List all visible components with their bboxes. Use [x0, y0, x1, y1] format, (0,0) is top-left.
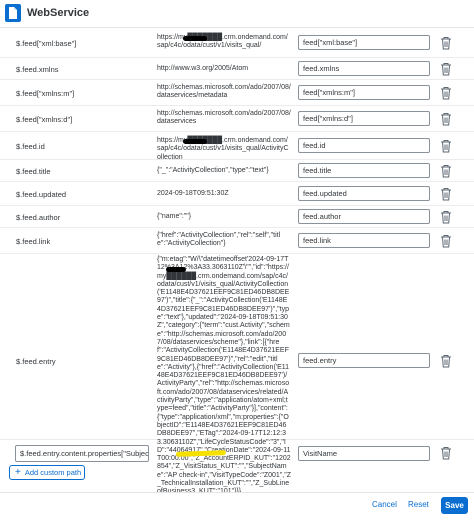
trash-icon[interactable] [440, 187, 452, 201]
trash-icon[interactable] [440, 354, 452, 368]
save-button[interactable]: Save [441, 497, 468, 514]
row-value: {"name":""} [157, 213, 192, 220]
row-value: http://schemas.microsoft.com/ado/2007/08… [157, 84, 291, 100]
mapping-list: $.feed["xml:base"] https://my███████.crm… [0, 28, 474, 495]
dialog-footer: Cancel Reset Save [0, 492, 474, 520]
dialog-header: WebService [0, 0, 474, 28]
row-path: $.feed.author [16, 213, 61, 222]
mapping-row-author: $.feed.author {"name":""} feed.author [0, 206, 474, 228]
row-path: $.feed.title [16, 167, 51, 176]
row-target-field[interactable]: feed.updated [298, 186, 430, 201]
row-value: http://schemas.microsoft.com/ado/2007/08… [157, 110, 291, 126]
dialog-title: WebService [27, 7, 90, 19]
trash-icon[interactable] [440, 139, 452, 153]
custom-path-input[interactable]: $.feed.entry.content.properties["Subject… [15, 445, 149, 462]
highlight-mark [175, 450, 227, 457]
row-path: $.feed["xml:base"] [16, 39, 77, 48]
row-value: https://my███████.crm.ondemand.com/sap/c… [157, 34, 288, 50]
row-path: $.feed.id [16, 142, 45, 151]
trash-icon[interactable] [440, 62, 452, 76]
mapping-row-updated: $.feed.updated 2024-09-18T09:51:30Z feed… [0, 182, 474, 206]
row-target-field[interactable]: feed.id [298, 138, 430, 153]
trash-icon[interactable] [440, 36, 452, 50]
mapping-row-entry: $.feed.entry {"m:etag":"W/\"datetimeoffs… [0, 254, 474, 495]
reset-button[interactable]: Reset [408, 500, 429, 509]
trash-icon[interactable] [440, 86, 452, 100]
row-value: 2024-09-18T09:51:30Z [157, 190, 229, 197]
row-value: {"_":"ActivityCollection","type":"text"} [157, 167, 269, 174]
redaction-mark [183, 139, 207, 144]
row-target-field[interactable]: feed["xml:base"] [298, 35, 430, 50]
row-target-field[interactable]: feed.entry [298, 353, 430, 368]
redaction-mark [166, 267, 186, 272]
mapping-row-xmlns: $.feed.xmlns http://www.w3.org/2005/Atom… [0, 58, 474, 80]
row-path: $.feed.entry [16, 357, 56, 366]
mapping-row-xmlns-m: $.feed["xmlns:m"] http://schemas.microso… [0, 80, 474, 106]
target-field-input[interactable]: VisitName [298, 446, 430, 461]
row-path: $.feed.xmlns [16, 65, 59, 74]
redaction-mark [183, 36, 207, 41]
row-target-field[interactable]: feed.xmlns [298, 61, 430, 76]
row-value: https://my███████.crm.ondemand.com/sap/c… [157, 137, 289, 161]
row-value: {"href":"ActivityCollection","rel":"self… [157, 232, 281, 248]
row-path: $.feed["xmlns:d"] [16, 115, 73, 124]
mapping-row-id: $.feed.id https://my███████.crm.ondemand… [0, 132, 474, 161]
row-target-field[interactable]: feed.author [298, 209, 430, 224]
row-target-field[interactable]: feed["xmlns:d"] [298, 111, 430, 126]
cancel-button[interactable]: Cancel [372, 500, 397, 509]
mapping-row-xml-base: $.feed["xml:base"] https://my███████.crm… [0, 28, 474, 58]
document-icon [5, 4, 21, 22]
plus-icon: + [15, 466, 21, 478]
row-path: $.feed["xmlns:m"] [16, 89, 75, 98]
row-value: http://www.w3.org/2005/Atom [157, 65, 249, 72]
mapping-row-link: $.feed.link {"href":"ActivityCollection"… [0, 228, 474, 254]
row-path: $.feed.link [16, 237, 51, 246]
trash-icon[interactable] [440, 164, 452, 178]
row-path: $.feed.updated [16, 190, 67, 199]
add-custom-path-button[interactable]: + Add custom path [9, 465, 85, 480]
row-target-field[interactable]: feed.title [298, 163, 430, 178]
trash-icon[interactable] [440, 234, 452, 248]
trash-icon[interactable] [440, 210, 452, 224]
row-target-field[interactable]: feed.link [298, 233, 430, 248]
mapping-row-xmlns-d: $.feed["xmlns:d"] http://schemas.microso… [0, 106, 474, 132]
row-target-field[interactable]: feed["xmlns:m"] [298, 85, 430, 100]
add-custom-path-label: Add custom path [24, 468, 82, 477]
trash-icon[interactable] [440, 446, 452, 460]
trash-icon[interactable] [440, 112, 452, 126]
mapping-row-title: $.feed.title {"_":"ActivityCollection","… [0, 160, 474, 182]
